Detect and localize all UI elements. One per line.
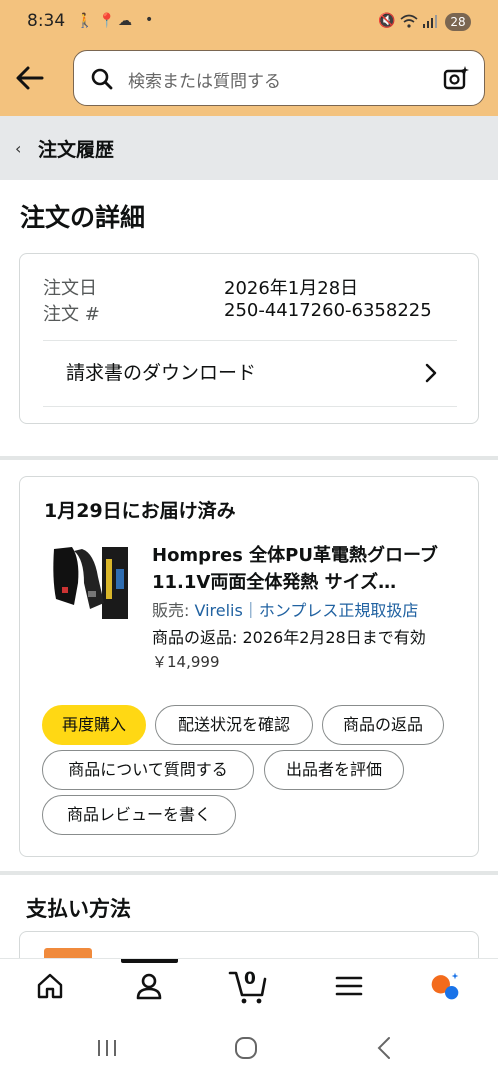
search-bar[interactable]: 検索または質問する	[73, 50, 485, 106]
status-bar: 8:34 🚶 📍 ☁ • 🔇 28	[0, 0, 498, 44]
product-price: ￥14,999	[152, 653, 220, 671]
search-icon	[91, 68, 113, 90]
return-deadline: 商品の返品: 2026年2月28日まで有効	[152, 628, 426, 647]
seller-line: 販売: Virelis｜ホンプレス正規取扱店	[152, 597, 418, 621]
recent-apps-icon[interactable]	[96, 1038, 118, 1058]
product-name[interactable]: Hompres 全体PU革電熱グローブ 11.1V両面全体発熱 サイズ…	[152, 542, 464, 596]
chevron-right-icon	[425, 363, 437, 383]
delivery-status: 1月29日にお届け済み	[44, 500, 236, 522]
cart-count: 0	[244, 969, 256, 989]
seller-prefix: 販売:	[152, 601, 195, 620]
product-thumbnail[interactable]	[44, 539, 130, 625]
return-item-button[interactable]: 商品の返品	[322, 705, 444, 745]
mute-icon: 🔇	[378, 13, 396, 29]
payment-section-title: 支払い方法	[26, 897, 131, 921]
dot-icon: •	[145, 12, 154, 28]
header: 8:34 🚶 📍 ☁ • 🔇 28 検索または質問する	[0, 0, 498, 116]
cart-button[interactable]: 0	[228, 967, 268, 1005]
page-title: 注文の詳細	[20, 203, 146, 232]
seller-link[interactable]: Virelis｜ホンプレス正規取扱店	[194, 601, 418, 620]
divider	[43, 406, 457, 407]
arrow-left-icon	[16, 66, 44, 90]
chevron-left-icon: ‹	[15, 139, 22, 158]
back-system-icon[interactable]	[376, 1036, 392, 1060]
ask-question-button[interactable]: 商品について質問する	[42, 750, 254, 790]
invoice-download-label: 請求書のダウンロード	[66, 362, 257, 384]
wifi-icon	[400, 13, 418, 33]
section-separator	[0, 871, 498, 875]
breadcrumb-label: 注文履歴	[38, 139, 115, 161]
order-number-value: 250-4417260-6358225	[224, 300, 432, 321]
home-system-icon[interactable]	[234, 1036, 258, 1060]
home-icon[interactable]	[35, 971, 65, 1001]
invoice-download-row[interactable]: 請求書のダウンロード	[20, 341, 478, 405]
rate-seller-button[interactable]: 出品者を評価	[264, 750, 404, 790]
camera-search-icon[interactable]	[442, 64, 470, 92]
battery-icon: 28	[445, 13, 471, 31]
signal-icon	[422, 13, 438, 33]
account-icon[interactable]	[134, 971, 164, 1001]
search-placeholder: 検索または質問する	[128, 72, 281, 92]
order-info-card: 注文日 2026年1月28日 注文 # 250-4417260-6358225 …	[19, 253, 479, 424]
cloud-icon: ☁	[118, 13, 132, 29]
back-button[interactable]	[12, 60, 48, 96]
section-separator	[0, 456, 498, 460]
order-date-value: 2026年1月28日	[224, 278, 359, 299]
bottom-nav: 0	[0, 958, 498, 1014]
rufus-assistant-icon[interactable]	[430, 971, 460, 1001]
location-icon: 📍	[98, 13, 116, 29]
system-navigation-bar	[0, 1014, 498, 1080]
walking-icon: 🚶	[76, 13, 94, 29]
shipment-card: 1月29日にお届け済み Hompres 全体PU革電熱グローブ 11.1V両面全…	[19, 476, 479, 857]
active-tab-indicator	[121, 959, 178, 963]
order-number-label: 注文 #	[43, 304, 100, 325]
track-package-button[interactable]: 配送状況を確認	[155, 705, 313, 745]
write-review-button[interactable]: 商品レビューを書く	[42, 795, 236, 835]
menu-icon[interactable]	[334, 971, 364, 1001]
status-time: 8:34	[27, 11, 66, 31]
breadcrumb[interactable]: ‹ 注文履歴	[0, 116, 498, 180]
order-date-label: 注文日	[43, 278, 97, 299]
buy-again-button[interactable]: 再度購入	[42, 705, 146, 745]
